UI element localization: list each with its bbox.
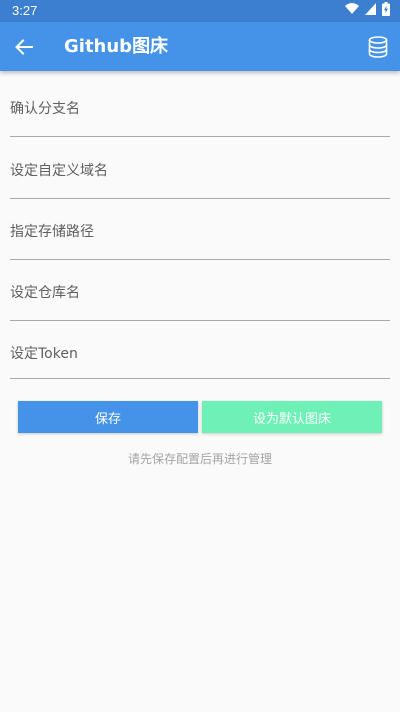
storage-path-input[interactable] [10,215,390,249]
page-title: Github图床 [64,36,169,57]
branch-name-field [10,92,390,137]
repo-name-input[interactable] [10,276,390,310]
save-button[interactable]: 保存 [18,401,198,433]
repo-name-field [10,276,390,321]
token-input[interactable] [10,337,390,371]
set-default-button[interactable]: 设为默认图床 [202,401,382,433]
cell-signal-icon [365,3,376,19]
battery-charging-icon [382,2,390,20]
status-time: 3:27 [12,3,38,18]
arrow-back-icon [15,39,33,55]
hint-text: 请先保存配置后再进行管理 [127,452,272,466]
status-bar: 3:27 [0,0,400,22]
action-buttons: 保存 设为默认图床 [18,401,382,433]
status-icons [345,2,390,20]
token-field [10,337,390,379]
database-icon [368,36,388,58]
storage-path-field [10,215,390,260]
wifi-icon [345,3,359,19]
custom-domain-input[interactable] [10,154,390,188]
custom-domain-field [10,154,390,199]
database-button[interactable] [366,34,390,60]
app-bar: Github图床 [0,22,400,71]
branch-name-input[interactable] [10,92,390,126]
back-button[interactable] [10,34,38,60]
